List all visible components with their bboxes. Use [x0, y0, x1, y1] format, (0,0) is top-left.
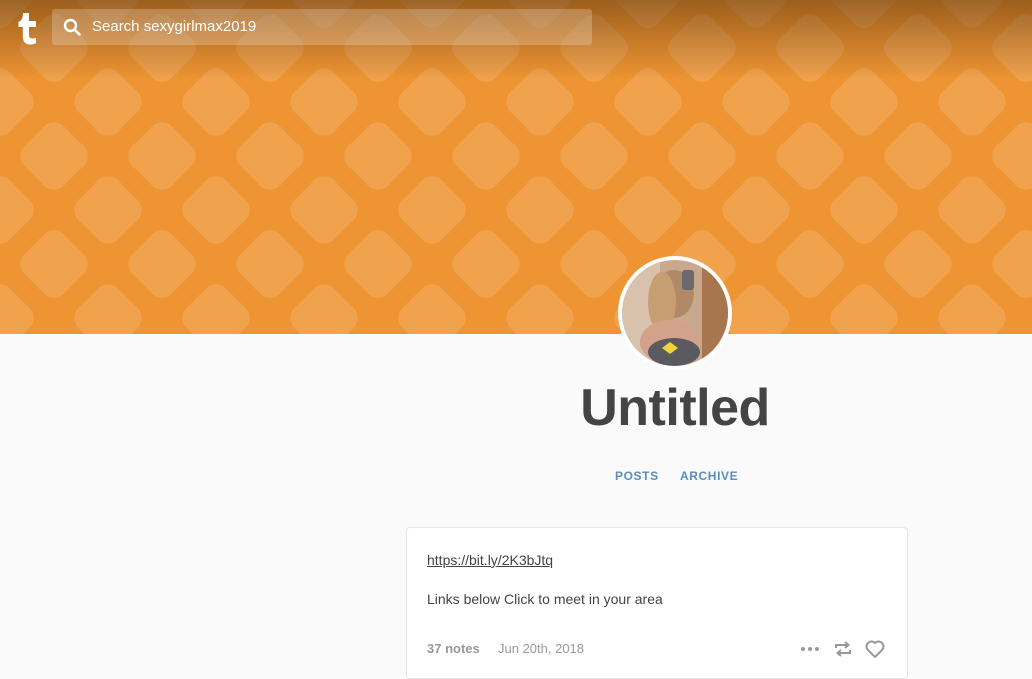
post-link[interactable]: https://bit.ly/2K3bJtq [427, 552, 553, 568]
post-date[interactable]: Jun 20th, 2018 [498, 641, 584, 656]
nav-archive-link[interactable]: ARCHIVE [680, 469, 738, 483]
search-input[interactable]: Search sexygirlmax2019 [52, 9, 592, 45]
search-placeholder: Search sexygirlmax2019 [92, 18, 257, 35]
nav-posts-link[interactable]: POSTS [615, 469, 659, 483]
post-card: https://bit.ly/2K3bJtq Links below Click… [406, 527, 908, 679]
post-notes-count[interactable]: 37 notes [427, 641, 480, 656]
blog-header: Search sexygirlmax2019 [0, 0, 1032, 334]
reblog-icon[interactable] [832, 638, 854, 660]
avatar-image [622, 260, 728, 366]
blog-title: Untitled [580, 379, 770, 437]
search-icon [63, 18, 81, 36]
tumblr-logo-icon[interactable] [14, 11, 38, 45]
heart-icon[interactable] [864, 638, 886, 660]
avatar[interactable] [618, 256, 732, 370]
more-icon[interactable] [799, 638, 821, 660]
post-body-text: Links below Click to meet in your area [427, 591, 663, 607]
